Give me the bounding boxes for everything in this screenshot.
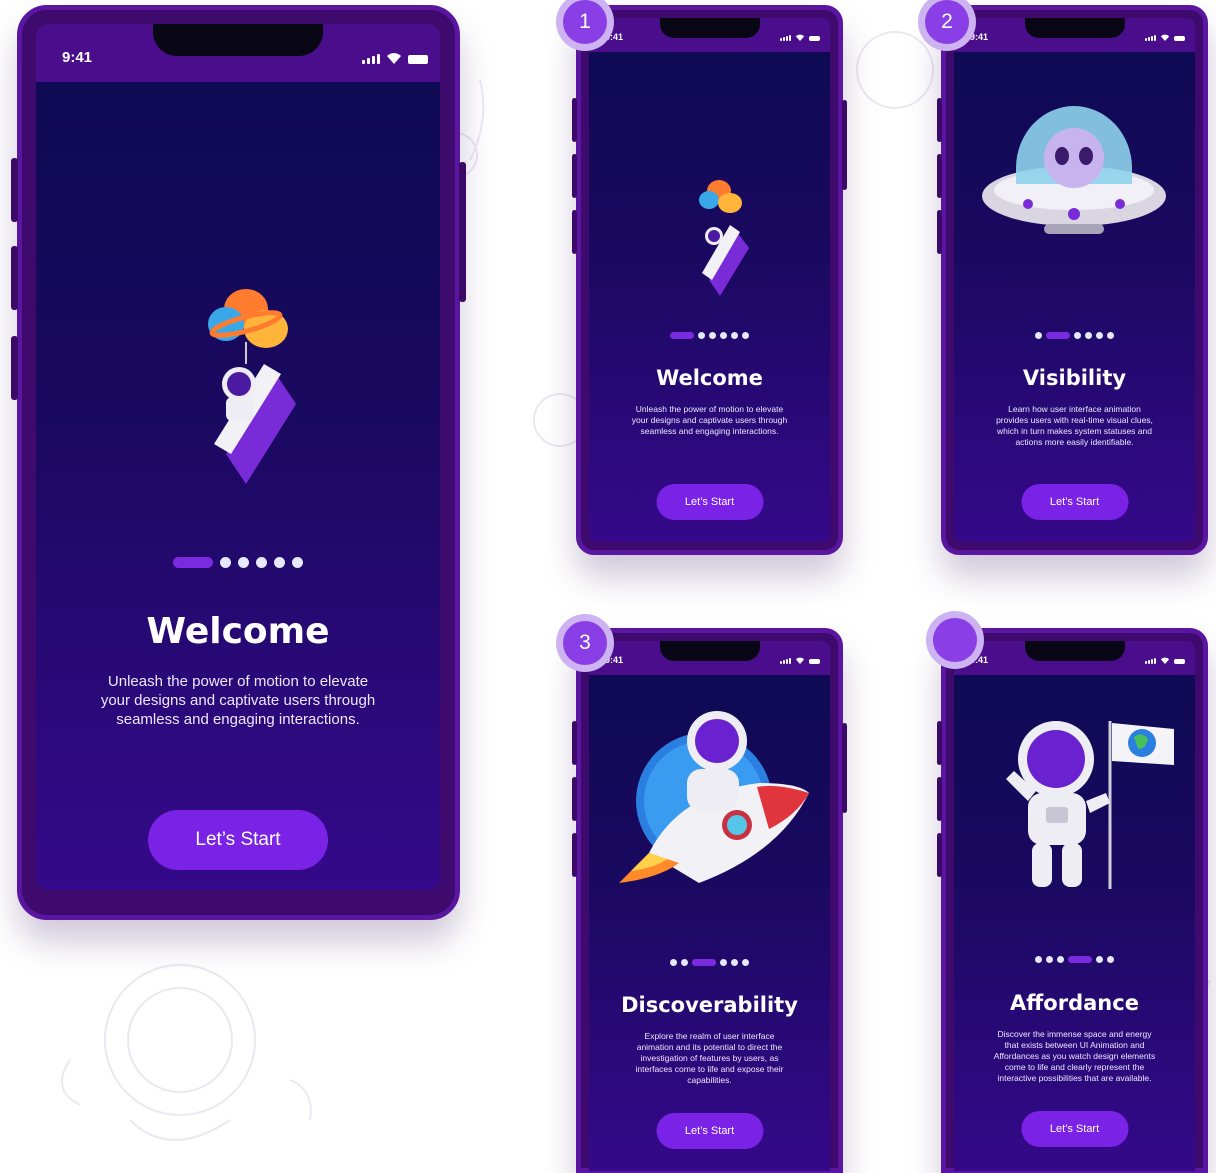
- page-indicator: [589, 959, 830, 966]
- onboarding-title: Welcome: [146, 611, 330, 652]
- side-button-left-3: [11, 336, 18, 400]
- page-dot: [1096, 332, 1103, 339]
- onboarding-title: Affordance: [1010, 991, 1139, 1015]
- page-indicator: [954, 956, 1195, 963]
- step-badge-1: 1: [563, 0, 607, 44]
- page-dot: [1085, 332, 1092, 339]
- onboarding-description: Unleash the power of motion to elevate y…: [100, 673, 376, 728]
- step-badge-3: 3: [563, 621, 607, 665]
- page-dot: [1096, 956, 1103, 963]
- page-dot: [681, 959, 688, 966]
- page-indicator: [589, 332, 830, 339]
- page-dot-active: [670, 332, 694, 339]
- onboarding-screen-welcome-small: 9:41 Welcome Unleash the power of motion…: [589, 18, 830, 542]
- onboarding-description: Unleash the power of motion to elevate y…: [631, 404, 788, 436]
- astronaut-rocket-illustration: [619, 711, 809, 883]
- onboarding-title: Discoverability: [621, 993, 798, 1017]
- lets-start-button[interactable]: Let’s Start: [1021, 484, 1128, 520]
- page-dot: [709, 332, 716, 339]
- phone-mockup-1: 9:41 Welcome Unleash the power of motion…: [572, 5, 847, 555]
- side-button-left: [572, 210, 577, 254]
- side-button-left: [937, 777, 942, 821]
- page-dot: [1107, 332, 1114, 339]
- onboarding-description: Learn how user interface animation provi…: [996, 404, 1153, 447]
- astronaut-flag-illustration: [1006, 721, 1174, 889]
- onboarding-description: Discover the immense space and energy th…: [993, 1029, 1156, 1083]
- page-dot: [256, 557, 267, 568]
- phone-mockup-4: 9:41 Affordance Discover the immense spa…: [937, 628, 1208, 1173]
- side-button-right: [459, 162, 466, 302]
- page-dot: [220, 557, 231, 568]
- lets-start-button[interactable]: Let’s Start: [656, 484, 763, 520]
- side-button-left: [937, 98, 942, 142]
- phone-mockup-3: 9:41 Discoverability Explore the realm o…: [572, 628, 847, 1173]
- page-dot: [742, 959, 749, 966]
- page-dot: [1107, 956, 1114, 963]
- side-button-left: [937, 154, 942, 198]
- page-dot: [742, 332, 749, 339]
- onboarding-screen-affordance: 9:41 Affordance Discover the immense spa…: [954, 641, 1195, 1171]
- page-dot: [720, 332, 727, 339]
- onboarding-screen-visibility: 9:41 Visibility Learn how user interface…: [954, 18, 1195, 542]
- side-button-left: [937, 833, 942, 877]
- astronaut-balloon-illustration: [699, 180, 749, 296]
- onboarding-screen-welcome: 9:41 Welcome Unleash the power of motion…: [36, 24, 440, 890]
- page-dot: [670, 959, 677, 966]
- side-button-right: [842, 100, 847, 190]
- lets-start-button[interactable]: Let’s Start: [148, 810, 328, 870]
- onboarding-screen-discoverability: 9:41 Discoverability Explore the realm o…: [589, 641, 830, 1171]
- page-dot: [1035, 332, 1042, 339]
- page-dot-active: [173, 557, 213, 568]
- lets-start-button[interactable]: Let’s Start: [656, 1113, 763, 1149]
- side-button-left: [572, 721, 577, 765]
- page-dot: [698, 332, 705, 339]
- page-dot: [292, 557, 303, 568]
- side-button-left-2: [11, 246, 18, 310]
- page-dot: [1046, 956, 1053, 963]
- side-button-left-1: [11, 158, 18, 222]
- step-badge-4: [933, 618, 977, 662]
- onboarding-description: Explore the realm of user interface anim…: [635, 1031, 784, 1085]
- side-button-right: [842, 723, 847, 813]
- astronaut-balloon-illustration: [208, 289, 296, 484]
- side-button-left: [572, 777, 577, 821]
- page-indicator: [954, 332, 1195, 339]
- page-dot: [731, 959, 738, 966]
- page-dot: [1057, 956, 1064, 963]
- page-dot-active: [1068, 956, 1092, 963]
- side-button-left: [572, 833, 577, 877]
- page-dot: [1035, 956, 1042, 963]
- phone-mockup-large: 9:41 Welcome Unleash the power of motion…: [11, 5, 466, 920]
- page-dot: [238, 557, 249, 568]
- page-dot: [274, 557, 285, 568]
- phone-mockup-2: 9:41 Visibility Learn how user interface…: [937, 5, 1208, 555]
- page-dot-active: [1046, 332, 1070, 339]
- side-button-left: [572, 154, 577, 198]
- step-badge-2: 2: [925, 0, 969, 44]
- onboarding-title: Visibility: [1022, 366, 1127, 390]
- onboarding-title: Welcome: [656, 366, 763, 390]
- page-dot-active: [692, 959, 716, 966]
- page-dot: [731, 332, 738, 339]
- page-dot: [720, 959, 727, 966]
- side-button-left: [937, 210, 942, 254]
- alien-ufo-illustration: [982, 106, 1166, 234]
- side-button-left: [937, 721, 942, 765]
- lets-start-button[interactable]: Let’s Start: [1021, 1111, 1128, 1147]
- page-indicator: [36, 557, 440, 568]
- page-dot: [1074, 332, 1081, 339]
- side-button-left: [572, 98, 577, 142]
